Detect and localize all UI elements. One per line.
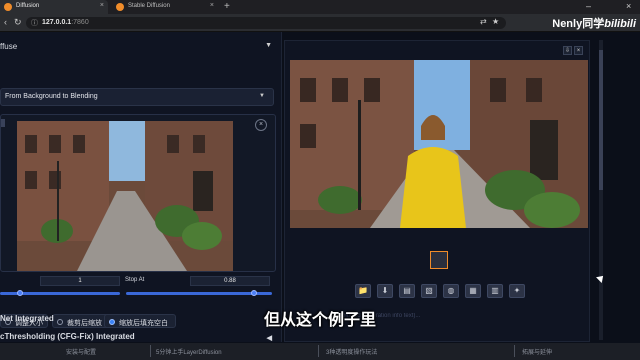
address-bar-row: ‹ ↻ ⓘ 127.0.0.1:7860 ⇄ ★ bbox=[0, 14, 640, 32]
subtitle-caption: 但从这个例子里 bbox=[263, 312, 376, 329]
favicon-icon bbox=[116, 3, 124, 11]
download-icon[interactable]: ⇩ bbox=[563, 46, 572, 55]
method-label: From Background to Blending bbox=[5, 93, 98, 100]
browser-tab-bar: Diffusion × Stable Diffusion × + – × bbox=[0, 0, 640, 14]
close-icon[interactable]: × bbox=[574, 46, 583, 55]
caret-down-icon[interactable]: ▼ bbox=[265, 42, 272, 49]
controlnet-panel: ffuse ▼ From Background to Blending ▼ × … bbox=[0, 32, 282, 342]
section-title: ffuse bbox=[0, 42, 18, 51]
watermark: Nenly同学bilibili bbox=[552, 18, 636, 30]
output-thumbnail[interactable] bbox=[430, 251, 448, 269]
chapter-divider bbox=[514, 345, 515, 357]
stop-at-label: Stop At bbox=[125, 277, 145, 283]
chapter-divider bbox=[150, 345, 151, 357]
extras-icon[interactable]: ▦ bbox=[465, 284, 481, 298]
palette-icon[interactable]: ◍ bbox=[443, 284, 459, 298]
output-controls: ⇩ × bbox=[561, 45, 583, 55]
tab-stable-diffusion[interactable]: Stable Diffusion × bbox=[112, 0, 218, 14]
page-scrollbar[interactable] bbox=[598, 40, 604, 340]
close-icon[interactable]: × bbox=[255, 119, 267, 131]
new-tab-icon[interactable]: + bbox=[224, 1, 230, 12]
output-panel: ⇩ × 📁 ⬇ ▤ ▧ ◍ ▦ ▥ ✦ ...(blurred generatio… bbox=[284, 40, 590, 342]
stop-value-field[interactable]: 0.88 bbox=[190, 276, 270, 286]
result-image[interactable] bbox=[290, 60, 588, 228]
start-value-field[interactable]: 1 bbox=[40, 276, 120, 286]
chapter-item[interactable]: 拓展与延伸 bbox=[522, 347, 552, 356]
chapter-item[interactable]: 安装与配置 bbox=[66, 347, 96, 356]
back-icon[interactable]: ‹ bbox=[4, 17, 7, 27]
start-slider-thumb[interactable] bbox=[17, 290, 24, 296]
folder-icon[interactable]: 📁 bbox=[355, 284, 371, 298]
section-header[interactable]: ffuse ▼ bbox=[0, 42, 278, 54]
info-icon: ⓘ bbox=[31, 20, 38, 27]
background-image-input[interactable]: × bbox=[0, 114, 276, 272]
sparkle-icon[interactable]: ✦ bbox=[509, 284, 525, 298]
chapter-bar: 安装与配置 5分钟上手LayerDiffusion 3种透明度操作玩法 拓展与延… bbox=[0, 343, 640, 360]
tab-label: Stable Diffusion bbox=[128, 3, 170, 9]
tab-label: Diffusion bbox=[16, 3, 40, 9]
stop-slider-thumb[interactable] bbox=[251, 290, 258, 296]
save-icon[interactable]: ⬇ bbox=[377, 284, 393, 298]
chapter-item[interactable]: 3种透明度操作玩法 bbox=[326, 347, 377, 356]
star-icon[interactable]: ★ bbox=[492, 17, 499, 26]
close-icon[interactable]: × bbox=[210, 2, 214, 9]
layout-icon[interactable]: ▥ bbox=[487, 284, 503, 298]
image-badge bbox=[1, 119, 5, 127]
zip-icon[interactable]: ▤ bbox=[399, 284, 415, 298]
minimize-icon[interactable]: – bbox=[586, 1, 591, 11]
close-icon[interactable]: × bbox=[100, 2, 104, 9]
image-toolbar: 📁 ⬇ ▤ ▧ ◍ ▦ ▥ ✦ bbox=[355, 284, 525, 298]
window-close-icon[interactable]: × bbox=[626, 1, 631, 11]
translate-icon[interactable]: ⇄ bbox=[480, 17, 487, 26]
weight-row: 1 Stop At 0.88 bbox=[0, 276, 276, 288]
favicon-icon bbox=[4, 3, 12, 11]
chapter-item[interactable]: 5分钟上手LayerDiffusion bbox=[156, 347, 222, 356]
url-text: 127.0.0.1:7860 bbox=[42, 19, 89, 26]
url-input[interactable]: ⓘ 127.0.0.1:7860 bbox=[26, 17, 506, 29]
chapter-divider bbox=[318, 345, 319, 357]
street-image bbox=[17, 121, 233, 271]
chevron-down-icon: ▼ bbox=[259, 93, 265, 99]
reload-icon[interactable]: ↻ bbox=[14, 17, 22, 28]
extension-label: cThresholding (CFG-Fix) Integrated bbox=[0, 332, 135, 341]
method-dropdown[interactable]: From Background to Blending ▼ bbox=[0, 88, 274, 106]
caret-left-icon: ◀ bbox=[266, 335, 272, 342]
image-icon[interactable]: ▧ bbox=[421, 284, 437, 298]
tab-diffusion[interactable]: Diffusion × bbox=[0, 0, 108, 14]
stop-slider[interactable] bbox=[126, 292, 272, 295]
